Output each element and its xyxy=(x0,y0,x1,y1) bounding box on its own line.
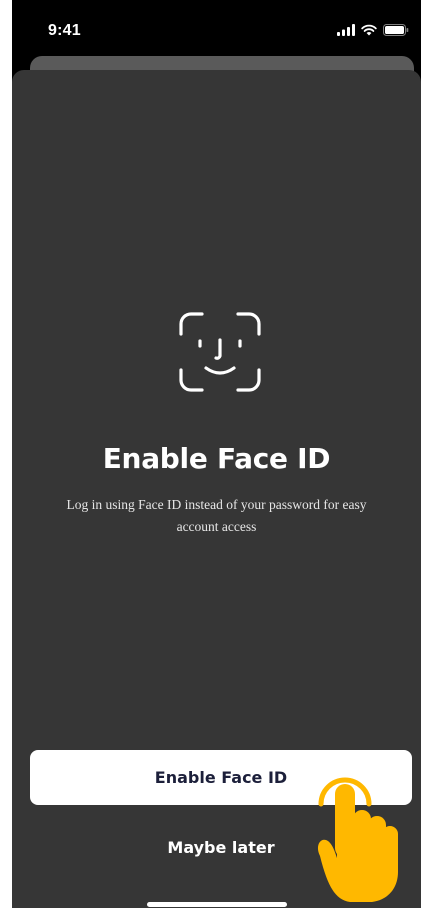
page-title: Enable Face ID xyxy=(102,442,331,475)
status-bar: 9:41 xyxy=(12,0,421,60)
enable-face-id-button-label: Enable Face ID xyxy=(154,768,288,787)
status-time: 9:41 xyxy=(48,22,81,39)
status-icons xyxy=(337,24,409,36)
home-indicator xyxy=(147,902,287,907)
enable-face-id-sheet: Enable Face ID Log in using Face ID inst… xyxy=(12,70,421,908)
wifi-icon xyxy=(361,24,377,36)
face-id-icon xyxy=(179,312,261,392)
maybe-later-button-label: Maybe later xyxy=(167,837,275,857)
signal-icon xyxy=(337,24,355,36)
tap-hand-icon xyxy=(317,777,398,902)
page-description: Log in using Face ID instead of your pas… xyxy=(66,497,367,534)
battery-icon xyxy=(383,24,409,36)
phone-screen: 9:41 Enable Face ID Log in using Face ID… xyxy=(12,0,421,908)
